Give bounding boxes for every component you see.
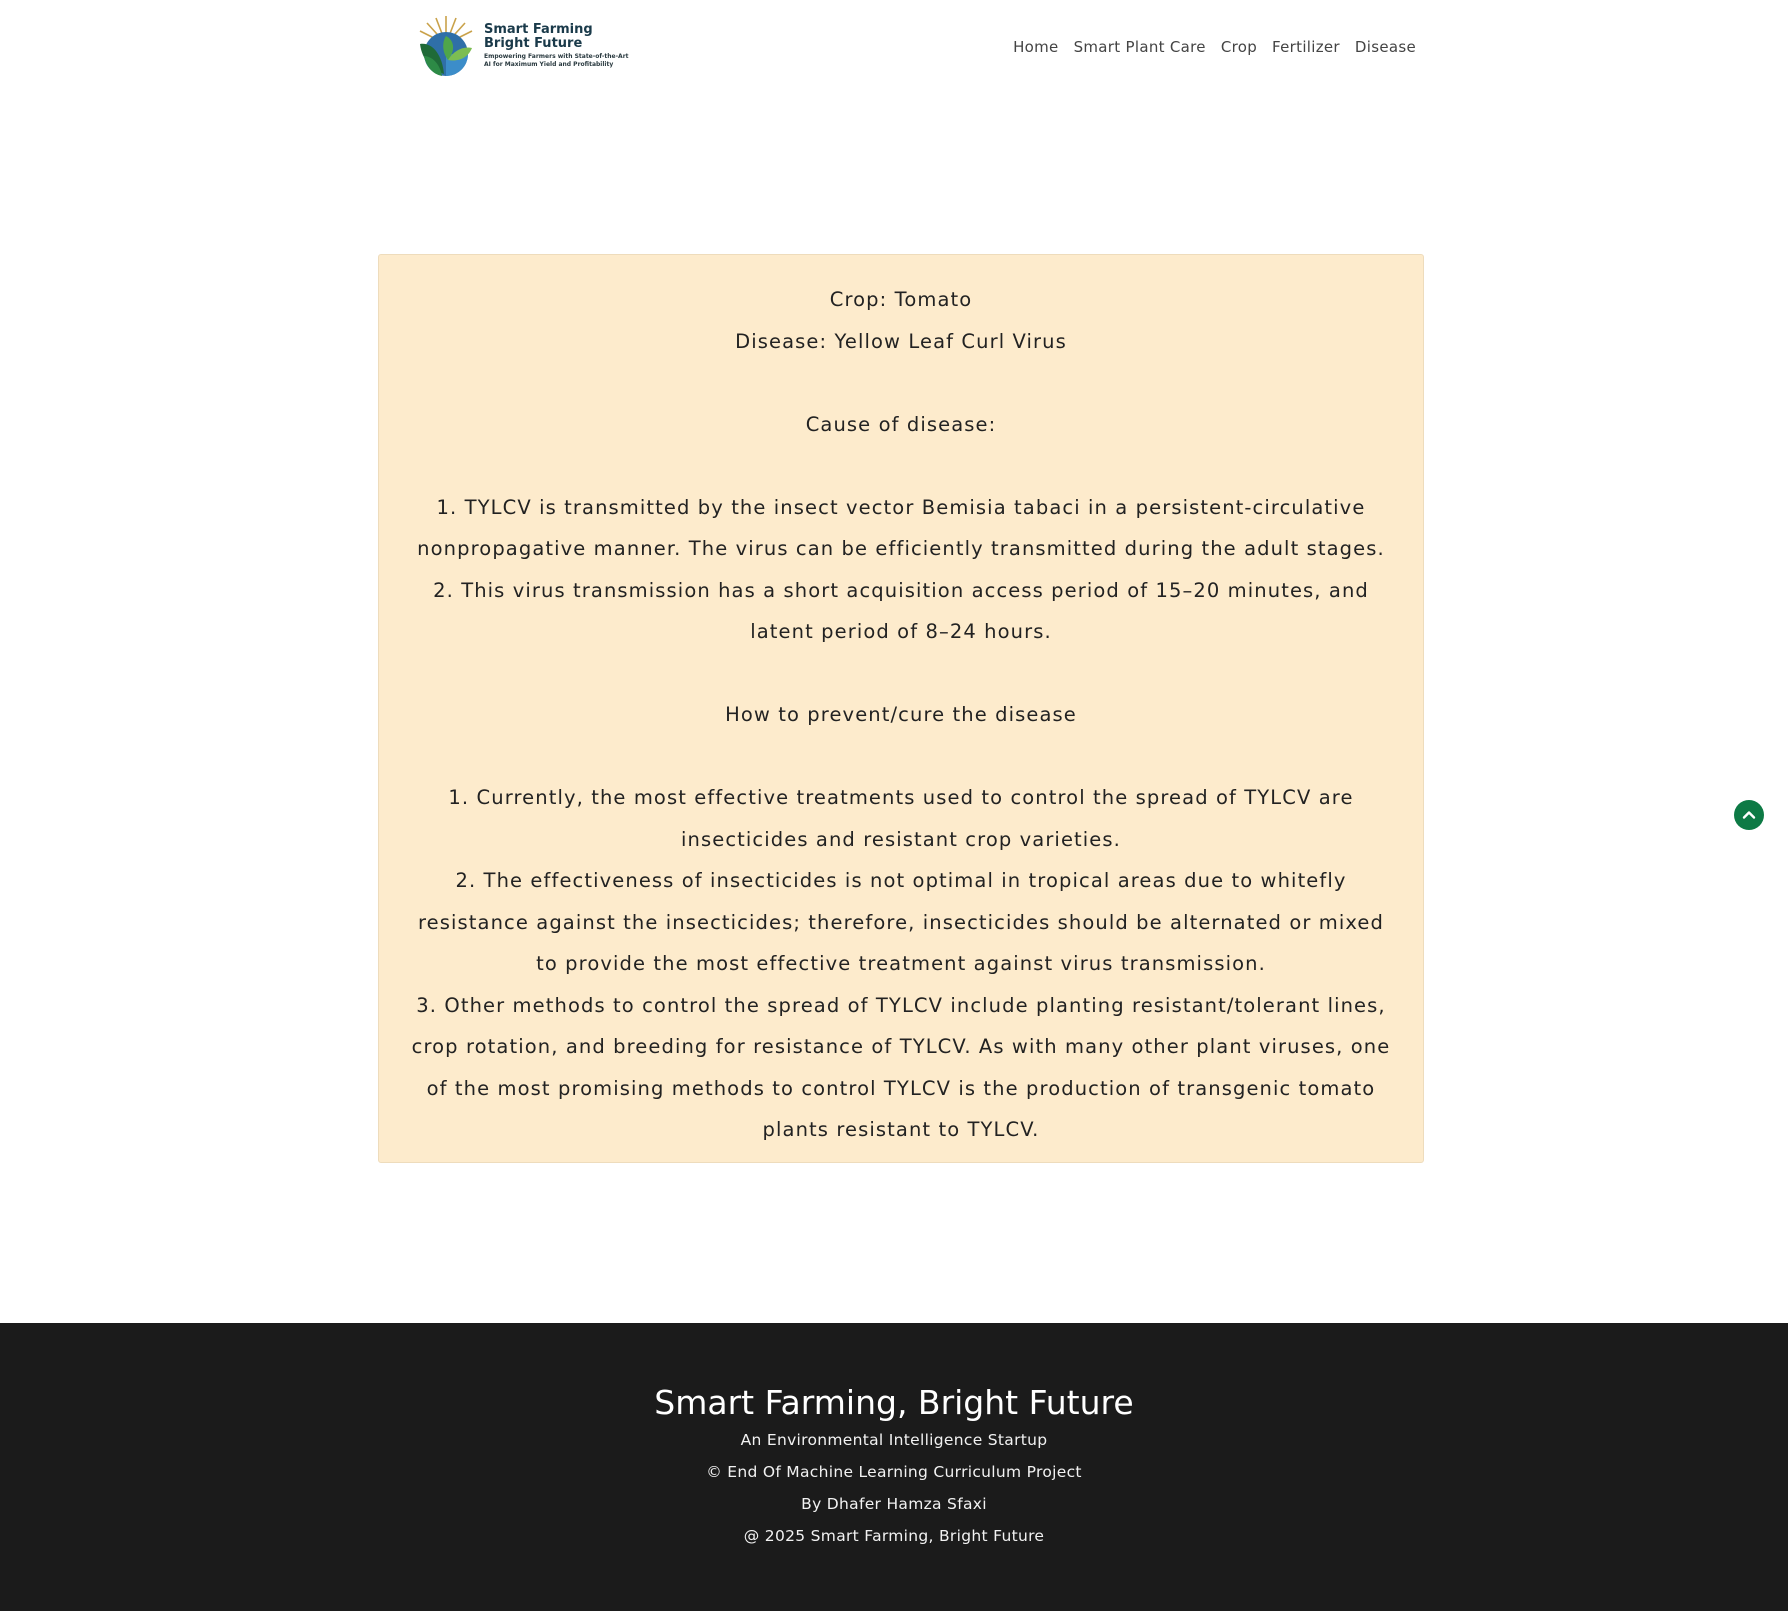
footer-author: By Dhafer Hamza Sfaxi (801, 1495, 987, 1513)
nav-disease[interactable]: Disease (1355, 38, 1416, 56)
disease-line: Disease: Yellow Leaf Curl Virus (735, 329, 1067, 353)
nav-home[interactable]: Home (1013, 38, 1059, 56)
site-logo[interactable]: Smart Farming Bright Future Empowering F… (414, 14, 629, 78)
logo-text: Smart Farming Bright Future Empowering F… (484, 22, 629, 69)
chevron-up-icon (1741, 807, 1757, 823)
disease-result-card: Crop: Tomato Disease: Yellow Leaf Curl V… (378, 254, 1424, 1163)
footer-copyright: @ 2025 Smart Farming, Bright Future (743, 1527, 1045, 1545)
footer-project: © End Of Machine Learning Curriculum Pro… (706, 1463, 1082, 1481)
logo-tagline-line2: AI for Maximum Yield and Profitability (484, 61, 614, 69)
footer-subtitle: An Environmental Intelligence Startup (740, 1431, 1048, 1449)
prevention-item: 2. The effectiveness of insecticides is … (417, 869, 1385, 975)
logo-title-line2: Bright Future (484, 36, 583, 52)
logo-tagline-line1: Empowering Farmers with State-of-the-Art (484, 52, 629, 60)
nav-smart-plant-care[interactable]: Smart Plant Care (1074, 38, 1206, 56)
back-to-top-button[interactable] (1734, 800, 1764, 830)
cause-item: 2. This virus transmission has a short a… (433, 578, 1369, 644)
site-footer: Smart Farming, Bright Future An Environm… (0, 1323, 1788, 1611)
logo-title-line1: Smart Farming (484, 22, 593, 38)
footer-title: Smart Farming, Bright Future (654, 1383, 1134, 1422)
crop-line: Crop: Tomato (829, 288, 973, 311)
prevention-item: 1. Currently, the most effective treatme… (448, 786, 1354, 851)
main-nav: Home Smart Plant Care Crop Fertilizer Di… (1013, 38, 1416, 56)
cause-item: 1. TYLCV is transmitted by the insect ve… (417, 495, 1385, 561)
cause-heading: Cause of disease: (805, 412, 997, 436)
nav-crop[interactable]: Crop (1221, 38, 1257, 56)
nav-fertilizer[interactable]: Fertilizer (1272, 38, 1340, 56)
site-header: Smart Farming Bright Future Empowering F… (0, 0, 1788, 100)
prevention-item: 3. Other methods to control the spread o… (411, 993, 1391, 1142)
prevent-heading: How to prevent/cure the disease (725, 703, 1077, 726)
logo-icon (414, 14, 478, 78)
